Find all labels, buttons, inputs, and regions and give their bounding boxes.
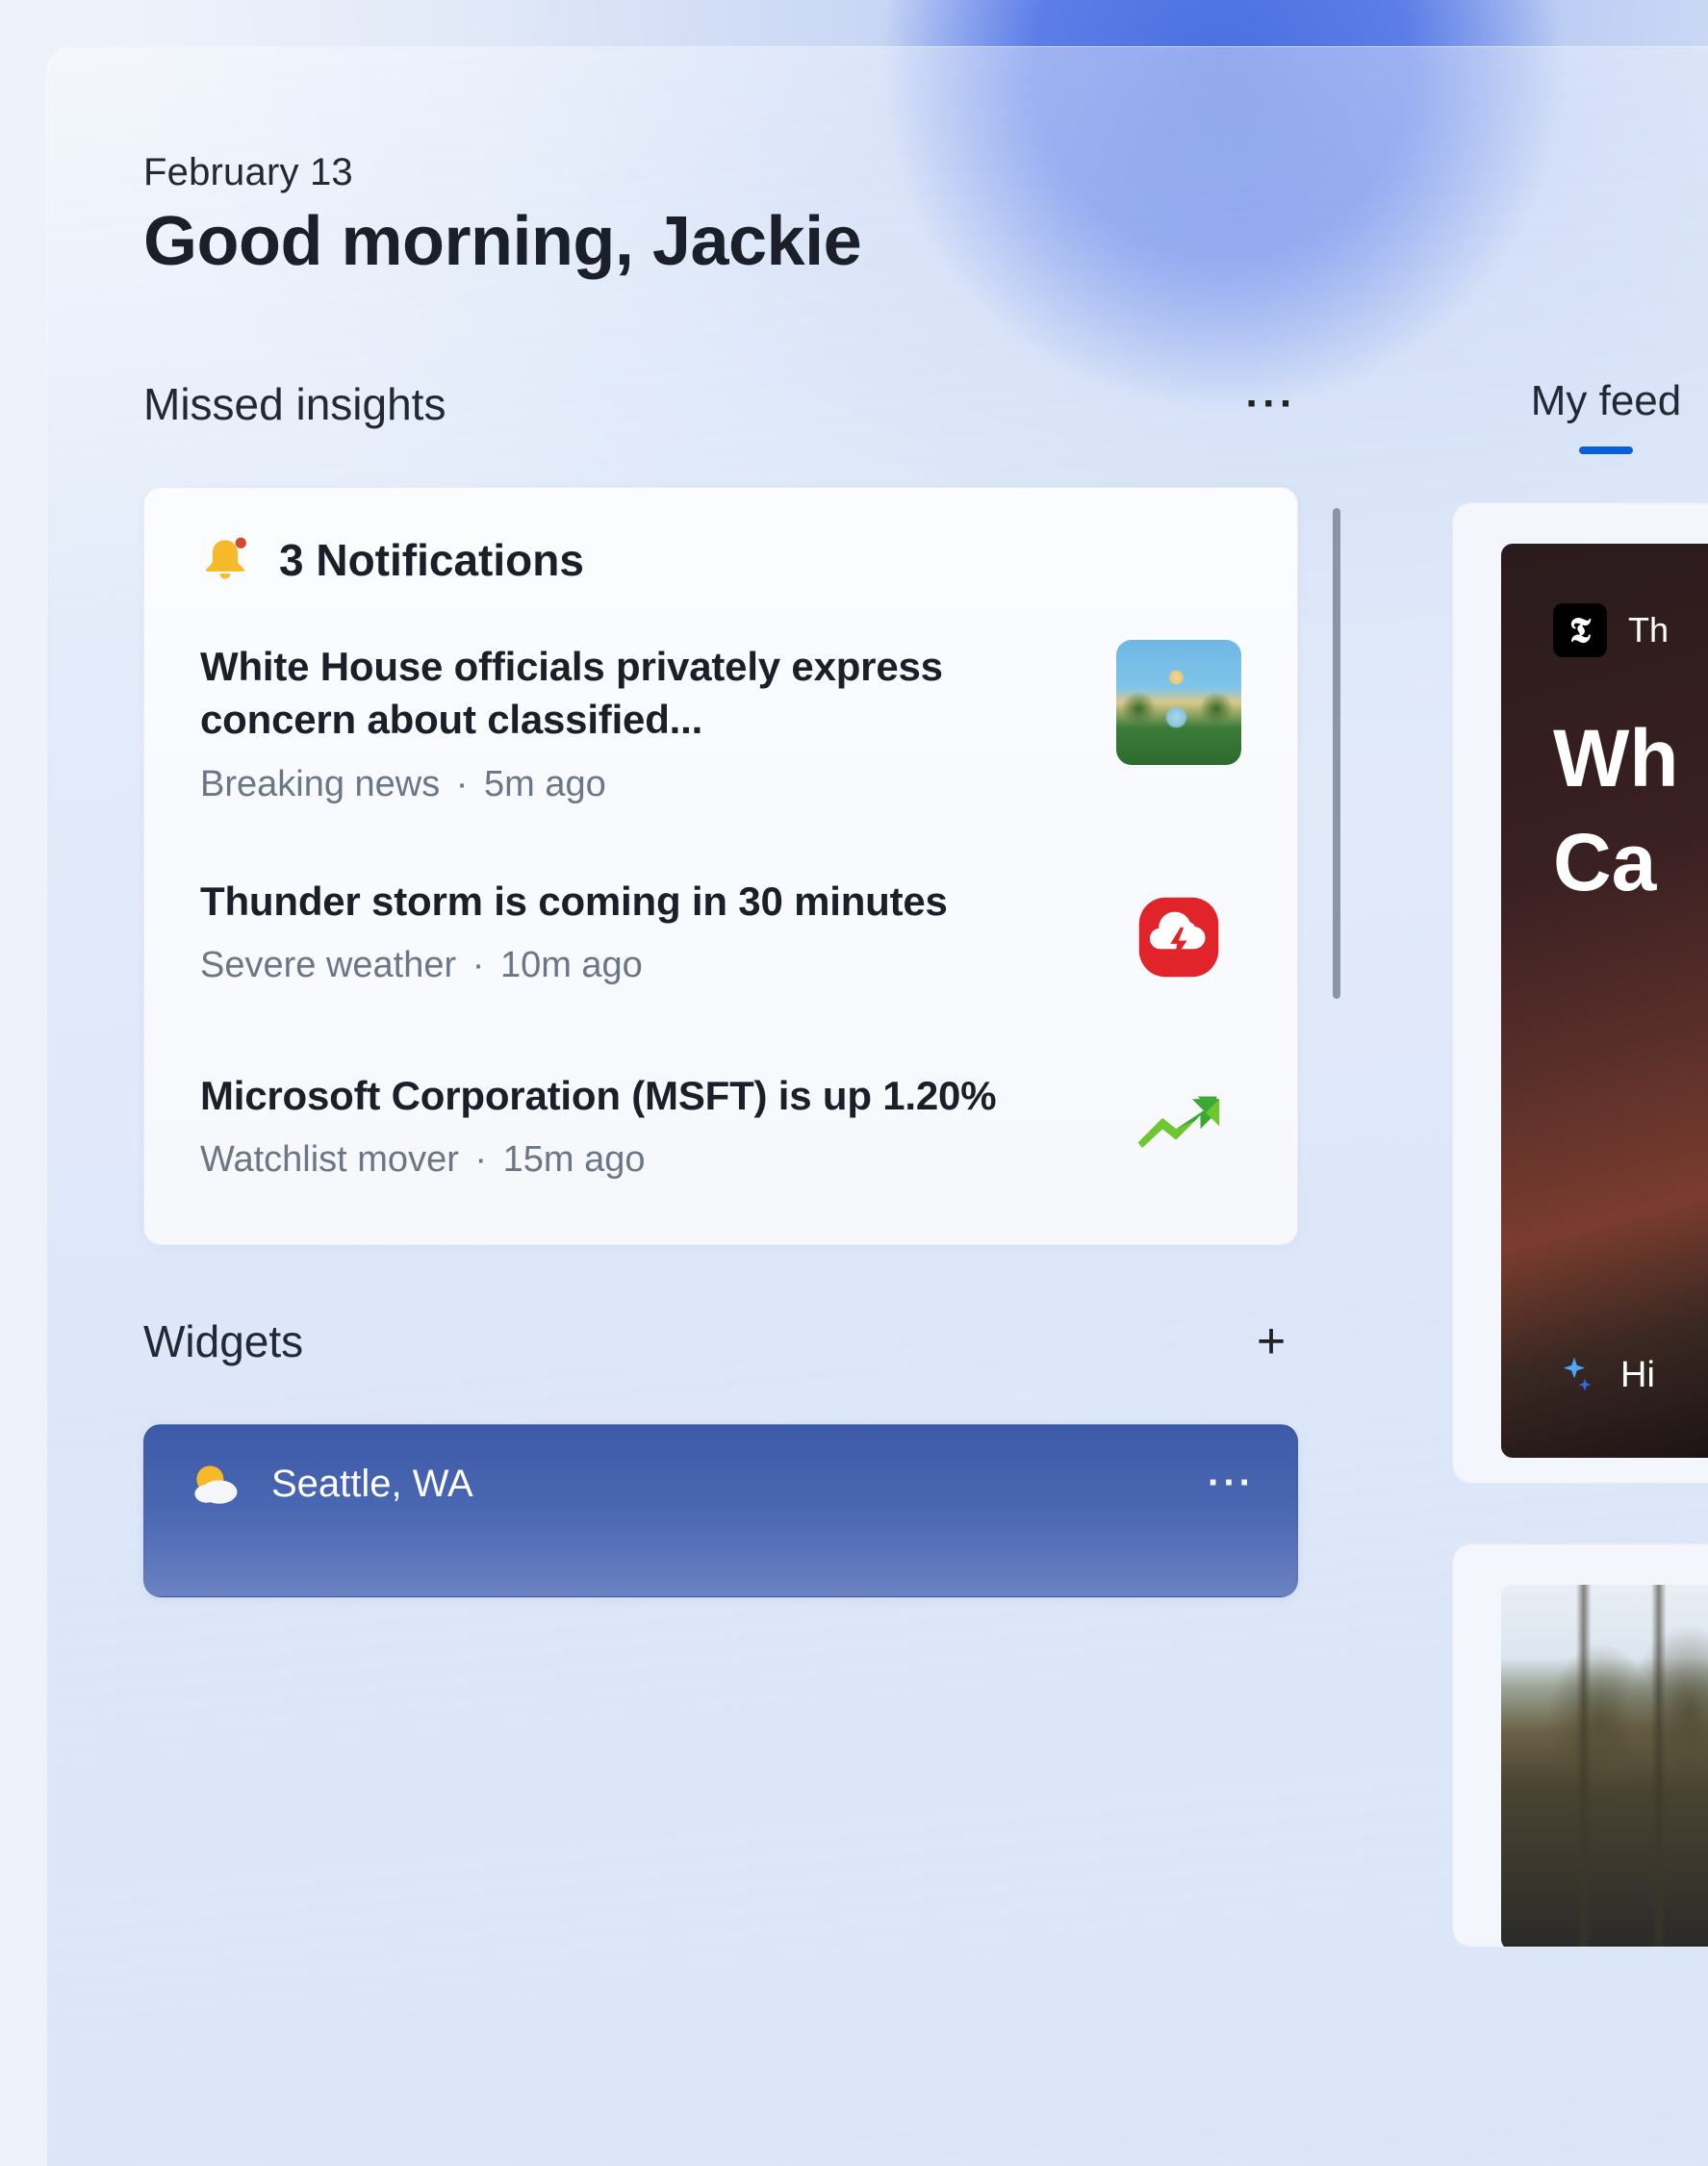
notification-meta: Severe weather · 10m ago (200, 945, 1078, 986)
weather-widget-more-button[interactable]: ··· (1208, 1462, 1255, 1505)
notification-item[interactable]: White House officials privately express … (200, 640, 1241, 805)
feed-bottom-text: Hi (1620, 1355, 1655, 1396)
notifications-count-title: 3 Notifications (279, 534, 584, 586)
news-thumbnail-image (1116, 640, 1241, 765)
notification-headline: White House officials privately express … (200, 640, 1078, 747)
notification-meta: Breaking news · 5m ago (200, 764, 1078, 805)
severe-weather-icon (1116, 875, 1241, 1000)
notifications-card: 3 Notifications White House officials pr… (143, 487, 1298, 1245)
notification-item[interactable]: Microsoft Corporation (MSFT) is up 1.20%… (200, 1069, 1241, 1194)
notification-headline: Thunder storm is coming in 30 minutes (200, 875, 1078, 928)
date-label: February 13 (143, 151, 1708, 194)
feed-card[interactable] (1452, 1543, 1708, 1948)
feed-source-name: Th (1628, 610, 1669, 650)
missed-insights-title: Missed insights (143, 378, 446, 430)
scrollbar[interactable] (1333, 508, 1340, 999)
nyt-logo-icon: 𝕿 (1553, 603, 1607, 657)
add-widget-button[interactable]: + (1244, 1314, 1298, 1368)
notification-item[interactable]: Thunder storm is coming in 30 minutes Se… (200, 875, 1241, 1000)
my-feed-tab[interactable]: My feed (1442, 377, 1708, 425)
widgets-title: Widgets (143, 1315, 303, 1367)
widgets-panel: February 13 Good morning, Jackie Missed … (46, 46, 1708, 2166)
weather-partly-cloudy-icon (187, 1456, 244, 1514)
feed-headline: Wh Ca (1553, 707, 1679, 914)
weather-location: Seattle, WA (271, 1463, 473, 1506)
tab-active-indicator (1579, 446, 1633, 454)
feed-card[interactable]: 𝕿 Th Wh Ca Hi (1452, 502, 1708, 1484)
weather-widget[interactable]: Seattle, WA ··· (143, 1424, 1298, 1597)
missed-insights-more-button[interactable]: ··· (1244, 377, 1298, 431)
feed-thumbnail-image (1501, 1585, 1708, 1948)
bell-icon (200, 535, 250, 585)
stock-up-icon (1116, 1069, 1241, 1194)
notification-meta: Watchlist mover · 15m ago (200, 1139, 1078, 1181)
notification-headline: Microsoft Corporation (MSFT) is up 1.20% (200, 1069, 1078, 1122)
sparkle-icon (1553, 1354, 1595, 1396)
greeting-heading: Good morning, Jackie (143, 202, 1708, 281)
